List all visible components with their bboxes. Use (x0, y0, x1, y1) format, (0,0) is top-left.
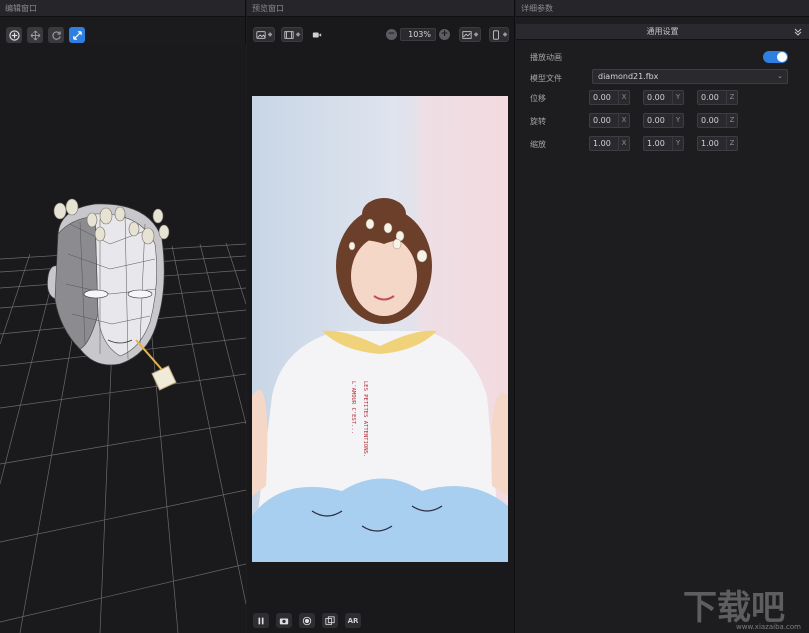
zoom-out-icon[interactable]: − (386, 29, 397, 40)
axis-z-label: Z (726, 137, 737, 150)
preview-window-title: 预览窗口 (247, 0, 514, 17)
3d-grid (0, 44, 246, 633)
pause-icon (258, 617, 264, 624)
general-settings-label: 通用设置 (646, 27, 679, 36)
scale-z-value: 1.00 (701, 139, 719, 148)
film-icon (284, 30, 294, 39)
position-z-field[interactable]: 0.00 Z (697, 90, 738, 105)
scale-x-field[interactable]: 1.00 X (589, 136, 630, 151)
position-y-value: 0.00 (647, 93, 665, 102)
record-icon (302, 616, 312, 625)
rotate-button[interactable] (48, 27, 64, 43)
scale-button[interactable] (69, 27, 85, 43)
rotation-x-value: 0.00 (593, 116, 611, 125)
play-animation-toggle[interactable] (763, 51, 788, 63)
chevron-down-icon: ⌄ (777, 72, 783, 80)
preview-canvas[interactable]: L'AMOUR C'EST... LES PETITES ATTENTIONS. (252, 96, 508, 562)
watermark-brand: 下载吧 (683, 588, 785, 628)
rotation-z-value: 0.00 (701, 116, 719, 125)
edit-window-title: 编辑窗口 (0, 0, 245, 17)
scale-icon (72, 30, 82, 40)
position-x-field[interactable]: 0.00 X (589, 90, 630, 105)
model-file-select[interactable]: diamond21.fbx ⌄ (592, 69, 788, 84)
film-dropdown-button[interactable]: ◆ (281, 27, 303, 42)
record-button[interactable] (299, 613, 315, 628)
layers-icon (325, 615, 335, 625)
chart-icon (462, 30, 472, 39)
rotation-label: 旋转 (530, 117, 546, 126)
move-icon (30, 30, 40, 40)
rotation-z-field[interactable]: 0.00 Z (697, 113, 738, 128)
move-button[interactable] (27, 27, 43, 43)
collapse-icon[interactable] (793, 27, 803, 37)
preview-toolbar: ◆ ◆ − 103% + ◆ ◆ (253, 27, 509, 43)
rotation-x-field[interactable]: 0.00 X (589, 113, 630, 128)
add-icon (8, 29, 20, 41)
axis-y-label: Y (672, 114, 683, 127)
edit-window-panel: 编辑窗口 (0, 0, 246, 633)
model-file-value: diamond21.fbx (598, 72, 659, 81)
position-z-value: 0.00 (701, 93, 719, 102)
rotation-y-value: 0.00 (647, 116, 665, 125)
edit-toolbar (6, 27, 85, 43)
rotation-y-field[interactable]: 0.00 Y (643, 113, 684, 128)
axis-y-label: Y (672, 137, 683, 150)
preview-photo: L'AMOUR C'EST... LES PETITES ATTENTIONS. (252, 96, 508, 562)
scale-x-value: 1.00 (593, 139, 611, 148)
play-animation-label: 播放动画 (530, 53, 562, 62)
scale-label: 缩放 (530, 140, 546, 149)
shirt-text-2: LES PETITES ATTENTIONS. (362, 381, 368, 457)
layers-button[interactable] (322, 613, 338, 628)
position-x-value: 0.00 (593, 93, 611, 102)
caret-icon: ◆ (295, 31, 301, 38)
position-label: 位移 (530, 94, 546, 103)
position-y-field[interactable]: 0.00 Y (643, 90, 684, 105)
add-button[interactable] (6, 27, 22, 43)
3d-scene-viewport[interactable] (0, 44, 246, 633)
device-dropdown-button[interactable]: ◆ (489, 27, 509, 42)
scale-z-field[interactable]: 1.00 Z (697, 136, 738, 151)
scale-y-field[interactable]: 1.00 Y (643, 136, 684, 151)
playback-bar: AR (253, 613, 361, 628)
details-title: 详细参数 (516, 0, 809, 17)
axis-x-label: X (618, 137, 629, 150)
image-icon (256, 30, 266, 39)
image-dropdown-button[interactable]: ◆ (253, 27, 275, 42)
zoom-in-icon[interactable]: + (439, 29, 450, 40)
watermark-url: www.xiazaiba.com (736, 623, 801, 631)
video-camera-icon (312, 32, 322, 37)
caret-icon: ◆ (267, 31, 273, 38)
phone-icon (492, 29, 499, 40)
axis-z-label: Z (726, 91, 737, 104)
axis-x-label: X (618, 114, 629, 127)
pause-button[interactable] (253, 613, 269, 628)
chart-dropdown-button[interactable]: ◆ (459, 27, 481, 42)
video-camera-button[interactable] (309, 27, 325, 42)
zoom-control: − 103% + (386, 27, 456, 42)
zoom-value[interactable]: 103% (400, 28, 436, 41)
camera-icon (279, 618, 289, 624)
caret-icon: ◆ (502, 31, 508, 38)
axis-y-label: Y (672, 91, 683, 104)
shirt-text-1: L'AMOUR C'EST... (350, 381, 356, 434)
screenshot-button[interactable] (276, 613, 292, 628)
ar-button[interactable]: AR (345, 613, 361, 628)
general-settings-header[interactable]: 通用设置 (516, 24, 809, 40)
rotate-icon (51, 30, 61, 40)
axis-z-label: Z (726, 114, 737, 127)
model-file-label: 模型文件 (530, 74, 562, 83)
axis-x-label: X (618, 91, 629, 104)
scale-y-value: 1.00 (647, 139, 665, 148)
details-panel: 详细参数 通用设置 播放动画 模型文件 diamond21.fbx ⌄ 位移 0… (516, 0, 809, 633)
caret-icon: ◆ (473, 31, 479, 38)
